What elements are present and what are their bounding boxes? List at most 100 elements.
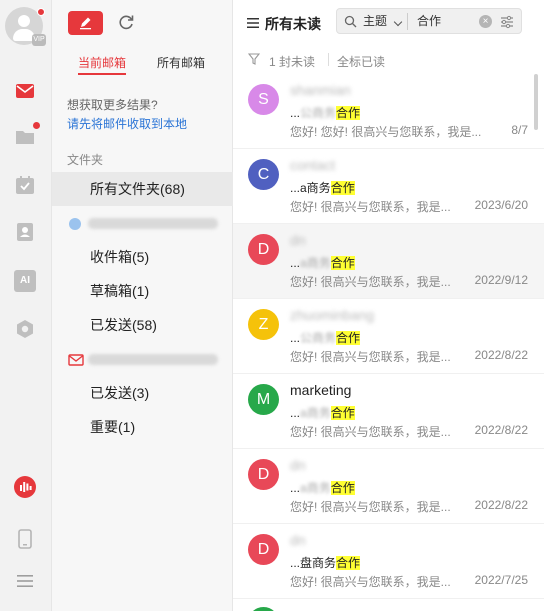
folder-important[interactable]: 重要(1) xyxy=(52,410,233,444)
sender-name: dn xyxy=(290,232,306,248)
account-row-2[interactable] xyxy=(52,342,233,376)
fetch-local-link[interactable]: 请先将邮件收取到本地 xyxy=(67,115,187,132)
sender-avatar: D xyxy=(248,459,279,490)
phone-icon[interactable] xyxy=(14,528,36,550)
clear-search-icon[interactable]: × xyxy=(479,15,492,28)
account-address-redacted xyxy=(88,354,218,365)
folder-drafts[interactable]: 草稿箱(1) xyxy=(52,274,233,308)
mail-row[interactable]: Ddn ...a商务合作 您好! 很高兴与您联系，我是... 2022/8/22 xyxy=(233,449,544,524)
mail-date: 2022/8/22 xyxy=(474,498,528,512)
mail-row[interactable]: Mmarketing ...a商务合作 您好! 很高兴与您联系，我是... 2022/… xyxy=(233,374,544,449)
mailbox-tabs: 当前邮箱 所有邮箱 xyxy=(52,54,233,75)
unread-count: 1 封未读 xyxy=(269,55,316,69)
left-rail: VIP AI xyxy=(0,0,52,611)
search-scope-value: 主题 xyxy=(363,14,388,28)
mail-icon[interactable] xyxy=(14,80,36,102)
advanced-filter-icon[interactable] xyxy=(500,15,514,29)
mail-date: 2022/8/22 xyxy=(474,348,528,362)
mail-subject: ...a商务合作 xyxy=(290,254,355,271)
subject-highlight: 合作 xyxy=(330,481,355,495)
avatar-head xyxy=(18,15,30,27)
search-scope-select[interactable]: 主题 xyxy=(359,13,409,30)
refresh-icon[interactable] xyxy=(116,12,136,32)
divider xyxy=(328,53,329,66)
mail-date: 8/7 xyxy=(511,123,528,137)
subject-prefix: ... xyxy=(290,331,301,345)
folder-inbox[interactable]: 收件箱(5) xyxy=(52,240,233,274)
mail-date: 2022/8/22 xyxy=(474,423,528,437)
ai-icon[interactable]: AI xyxy=(14,270,36,292)
folder-icon xyxy=(16,131,34,144)
sender-avatar: M xyxy=(248,384,279,415)
list-toolbar: 所有未读 主题 合作 × xyxy=(233,0,544,44)
mail-list: 所有未读 主题 合作 × 1 封未读 全标已读 S shanmian ...公商… xyxy=(233,0,544,611)
subject-prefix: ... xyxy=(290,256,301,270)
more-results-hint: 想获取更多结果? xyxy=(67,98,158,112)
folder-sent[interactable]: 已发送(58) xyxy=(52,308,233,342)
subject-highlight: 合作 xyxy=(330,256,355,270)
list-menu-icon[interactable] xyxy=(247,17,259,29)
subject-redacted: a商务 xyxy=(300,481,331,495)
avatar[interactable]: VIP xyxy=(5,7,46,46)
subject-highlight: 合作 xyxy=(336,556,361,570)
subject-highlight: 合作 xyxy=(336,331,361,345)
mail-snippet: 您好! 很高兴与您联系，我是... xyxy=(290,425,451,439)
mail-snippet: 您好! 很高兴与您联系，我是... xyxy=(290,350,451,364)
contacts-icon[interactable] xyxy=(14,221,36,243)
folder-icon-wrap[interactable] xyxy=(14,122,40,148)
subject-prefix: ... xyxy=(290,106,301,120)
search-keyword[interactable]: 合作 xyxy=(417,13,441,30)
sender-avatar: D xyxy=(248,234,279,265)
notification-dot xyxy=(37,8,45,16)
tab-all-mailboxes[interactable]: 所有邮箱 xyxy=(157,54,205,71)
mail-snippet: 您好! 很高兴与您联系，我是... xyxy=(290,200,451,214)
assistant-icon[interactable] xyxy=(14,476,36,498)
vip-badge: VIP xyxy=(32,34,46,46)
next-row-avatar xyxy=(248,607,279,611)
sender-name: marketing xyxy=(290,382,352,398)
mail-row[interactable]: Ccontact ...a商务合作 您好! 很高兴与您联系，我是... 2023/6/… xyxy=(233,149,544,224)
subject-highlight: 合作 xyxy=(336,106,361,120)
sender-name: contact xyxy=(290,157,336,173)
sender-avatar: Z xyxy=(248,309,279,340)
account-row-1[interactable] xyxy=(52,206,233,240)
subject-prefix: ...a商务 xyxy=(290,181,331,195)
mail-date: 2022/9/12 xyxy=(474,273,528,287)
mail-row[interactable]: Ddn ...盘商务合作 您好! 很高兴与您联系，我是... 2022/7/25 xyxy=(233,524,544,599)
account-address-redacted xyxy=(88,218,218,229)
funnel-icon[interactable] xyxy=(248,53,260,65)
sender-avatar: D xyxy=(248,534,279,565)
mail-row[interactable]: Ddn ...a商务合作 您好! 很高兴与您联系，我是... 2022/9/12 xyxy=(233,224,544,299)
mail-subject: ...a商务合作 xyxy=(290,479,355,496)
mail-row[interactable]: Sshanmian ...公商务合作 您好! 您好! 很高兴与您联系，我是... 8/… xyxy=(233,74,544,149)
folder-all[interactable]: 所有文件夹(68) xyxy=(52,172,233,206)
sender-name: shanmian xyxy=(290,82,351,98)
mail-subject: ...盘商务合作 xyxy=(290,554,361,571)
subject-redacted: 公商务 xyxy=(300,331,337,345)
calendar-icon[interactable] xyxy=(14,174,36,196)
mark-all-read-button[interactable]: 全标已读 xyxy=(337,53,385,70)
settings-icon[interactable] xyxy=(14,318,36,340)
scrollbar[interactable] xyxy=(534,74,538,130)
search-icon xyxy=(344,15,357,28)
search-input[interactable]: 主题 合作 × xyxy=(336,8,522,34)
subject-prefix: ... xyxy=(290,481,301,495)
mail-account-icon xyxy=(68,354,84,366)
compose-button[interactable] xyxy=(68,11,103,35)
pencil-icon xyxy=(80,17,91,30)
menu-icon[interactable] xyxy=(14,570,36,592)
sender-avatar: C xyxy=(248,159,279,190)
mail-snippet: 您好! 您好! 很高兴与您联系，我是... xyxy=(290,125,482,139)
folder-sent-2[interactable]: 已发送(3) xyxy=(52,376,233,410)
subject-redacted: a商务 xyxy=(300,406,331,420)
folders-section-label: 文件夹 xyxy=(67,153,104,167)
list-subbar: 1 封未读 全标已读 xyxy=(233,48,544,72)
list-title: 所有未读 xyxy=(265,16,321,32)
tab-current-mailbox[interactable]: 当前邮箱 xyxy=(78,54,127,75)
subject-highlight: 合作 xyxy=(330,181,355,195)
sender-name: zhuominbang xyxy=(290,307,375,323)
subject-redacted: a商务 xyxy=(300,256,331,270)
mail-row[interactable]: Zzhuominbang ...公商务合作您好! 很高兴与您联系，我是... 202… xyxy=(233,299,544,374)
mail-app: VIP AI 当前邮箱 所有邮箱 想获取更多结果? 请先将邮件收取到本地 文件夹… xyxy=(0,0,544,611)
sender-avatar: S xyxy=(248,84,279,115)
